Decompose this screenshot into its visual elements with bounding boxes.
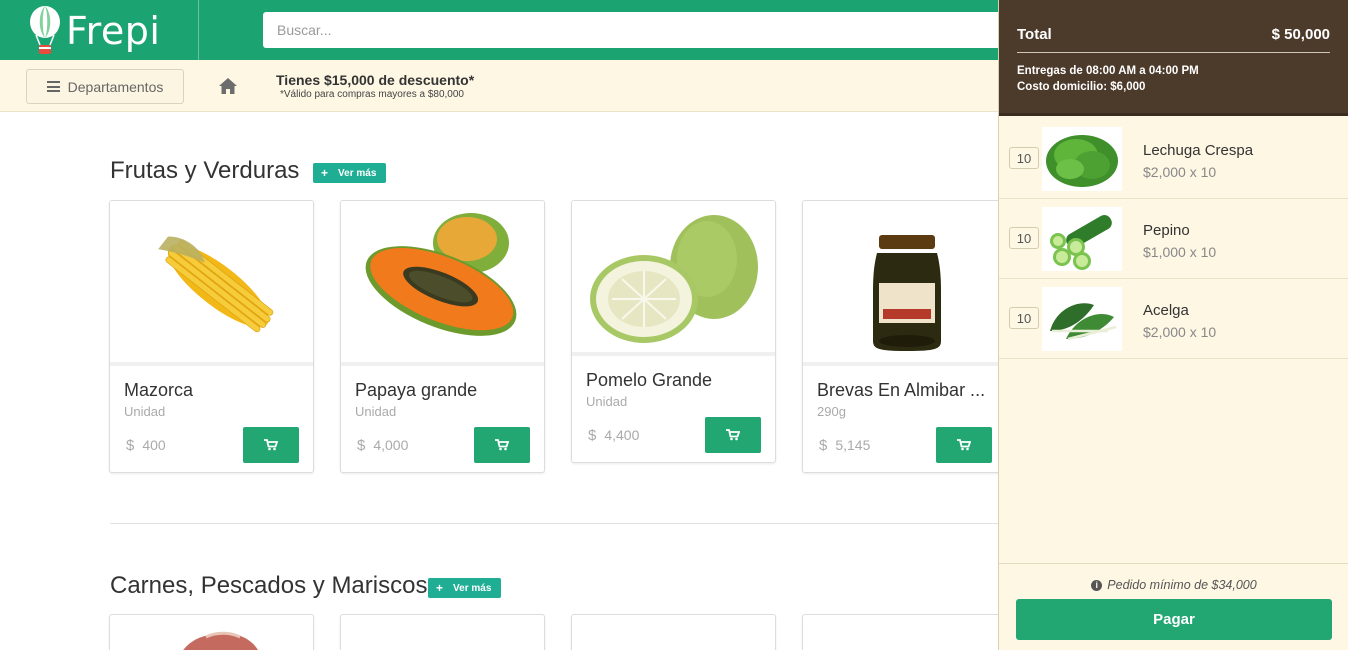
cart-total-row: Total $ 50,000	[1017, 26, 1330, 53]
quantity-field[interactable]: 10	[1009, 307, 1039, 329]
product-unit: Unidad	[124, 404, 166, 419]
add-to-cart-button[interactable]	[474, 427, 530, 463]
minimum-order-note: i Pedido mínimo de $34,000	[999, 578, 1348, 592]
cart-sidebar: Total $ 50,000 Entregas de 08:00 AM a 04…	[998, 0, 1348, 650]
currency-symbol: $	[588, 427, 597, 444]
plus-icon: +	[321, 166, 329, 180]
cart-icon	[726, 429, 740, 441]
info-icon: i	[1091, 579, 1103, 591]
product-card[interactable]	[802, 614, 1007, 650]
ver-mas-label: Ver más	[453, 582, 492, 594]
home-icon[interactable]	[218, 77, 238, 95]
product-unit: Unidad	[586, 394, 628, 409]
pay-button[interactable]: Pagar	[1016, 599, 1332, 640]
cart-item: 10 Pepino $1,000 x 10	[999, 200, 1348, 279]
total-label: Total	[1017, 26, 1052, 43]
item-price: $1,000 x 10	[1143, 244, 1217, 260]
currency-symbol: $	[126, 437, 135, 454]
price-value: 400	[142, 437, 166, 453]
discount-title: Tienes $15,000 de descuento*	[276, 72, 475, 88]
section-title: Carnes, Pescados y Mariscos	[110, 572, 428, 599]
jar-image	[873, 235, 941, 351]
quantity-field[interactable]: 10	[1009, 227, 1039, 249]
price-value: 4,000	[373, 437, 409, 453]
currency-symbol: $	[819, 437, 828, 454]
product-image	[110, 201, 313, 366]
price-value: 4,400	[604, 427, 640, 443]
product-price: $4,400	[588, 427, 639, 444]
product-unit: Unidad	[355, 404, 397, 419]
departments-label: Departamentos	[67, 78, 164, 95]
meat-image	[183, 631, 258, 650]
menu-icon	[46, 81, 60, 92]
header-divider	[198, 0, 199, 60]
balloon-logo-icon	[30, 6, 60, 54]
product-price: $5,145	[819, 437, 870, 454]
item-name: Pepino	[1143, 222, 1190, 239]
search-input[interactable]	[263, 12, 1023, 48]
item-name: Acelga	[1143, 302, 1189, 319]
product-card[interactable]: Pomelo Grande Unidad $4,400	[571, 200, 776, 463]
product-price: $4,000	[357, 437, 408, 454]
delivery-hours: Entregas de 08:00 AM a 04:00 PM	[1017, 65, 1199, 77]
delivery-cost: Costo domicilio: $6,000	[1017, 81, 1146, 93]
product-card[interactable]	[340, 614, 545, 650]
product-name[interactable]: Mazorca	[124, 380, 193, 401]
pomelo-image	[590, 215, 758, 343]
item-thumbnail	[1042, 287, 1122, 351]
product-unit: 290g	[817, 404, 846, 419]
frepi-logo[interactable]: Frepi	[26, 4, 198, 58]
discount-banner: Tienes $15,000 de descuento* *Válido par…	[276, 72, 474, 100]
delivery-info: Entregas de 08:00 AM a 04:00 PM Costo do…	[1017, 63, 1199, 95]
price-value: 5,145	[835, 437, 871, 453]
product-image	[341, 201, 544, 366]
currency-symbol: $	[357, 437, 366, 454]
product-card[interactable]	[571, 614, 776, 650]
plus-icon: +	[436, 581, 444, 595]
item-price: $2,000 x 10	[1143, 324, 1217, 340]
add-to-cart-button[interactable]	[936, 427, 992, 463]
minimum-order-text: Pedido mínimo de $34,000	[1107, 578, 1257, 592]
item-name: Lechuga Crespa	[1143, 142, 1254, 159]
item-thumbnail	[1042, 127, 1122, 191]
cart-icon	[495, 439, 509, 451]
product-image	[572, 201, 775, 356]
ver-mas-button[interactable]: + Ver más	[313, 163, 387, 183]
add-to-cart-button[interactable]	[705, 417, 761, 453]
section-divider	[110, 523, 1000, 524]
product-card[interactable]	[109, 614, 314, 650]
cart-icon	[264, 439, 278, 451]
papaya-image	[365, 213, 517, 336]
cart-icon	[957, 439, 971, 451]
product-name[interactable]: Papaya grande	[355, 380, 477, 401]
departments-button[interactable]: Departamentos	[26, 69, 184, 104]
add-to-cart-button[interactable]	[243, 427, 299, 463]
chard-image	[1050, 303, 1117, 341]
product-name[interactable]: Brevas En Almibar ...	[817, 380, 985, 401]
cart-header: Total $ 50,000 Entregas de 08:00 AM a 04…	[999, 0, 1348, 116]
product-card[interactable]: Mazorca Unidad $400	[109, 200, 314, 473]
product-card[interactable]: Papaya grande Unidad $4,000	[340, 200, 545, 473]
product-name[interactable]: Pomelo Grande	[586, 370, 712, 391]
ver-mas-label: Ver más	[338, 167, 377, 179]
brand-name: Frepi	[66, 9, 161, 53]
cart-item: 10 Acelga $2,000 x 10	[999, 280, 1348, 359]
ver-mas-button[interactable]: + Ver más	[428, 578, 502, 598]
item-thumbnail	[1042, 207, 1122, 271]
item-price: $2,000 x 10	[1143, 164, 1217, 180]
section-title: Frutas y Verduras	[110, 157, 300, 184]
cucumber-image	[1050, 215, 1112, 270]
product-card[interactable]: Brevas En Almibar ... 290g $5,145	[802, 200, 1007, 473]
corn-image	[158, 236, 274, 333]
product-price: $400	[126, 437, 166, 454]
total-amount: $ 50,000	[1271, 26, 1330, 43]
quantity-field[interactable]: 10	[1009, 147, 1039, 169]
cart-footer: i Pedido mínimo de $34,000 Pagar	[999, 563, 1348, 650]
product-image	[803, 201, 1006, 366]
lettuce-image	[1046, 135, 1118, 187]
cart-item: 10 Lechuga Crespa $2,000 x 10	[999, 120, 1348, 199]
discount-note: *Válido para compras mayores a $80,000	[280, 89, 464, 100]
